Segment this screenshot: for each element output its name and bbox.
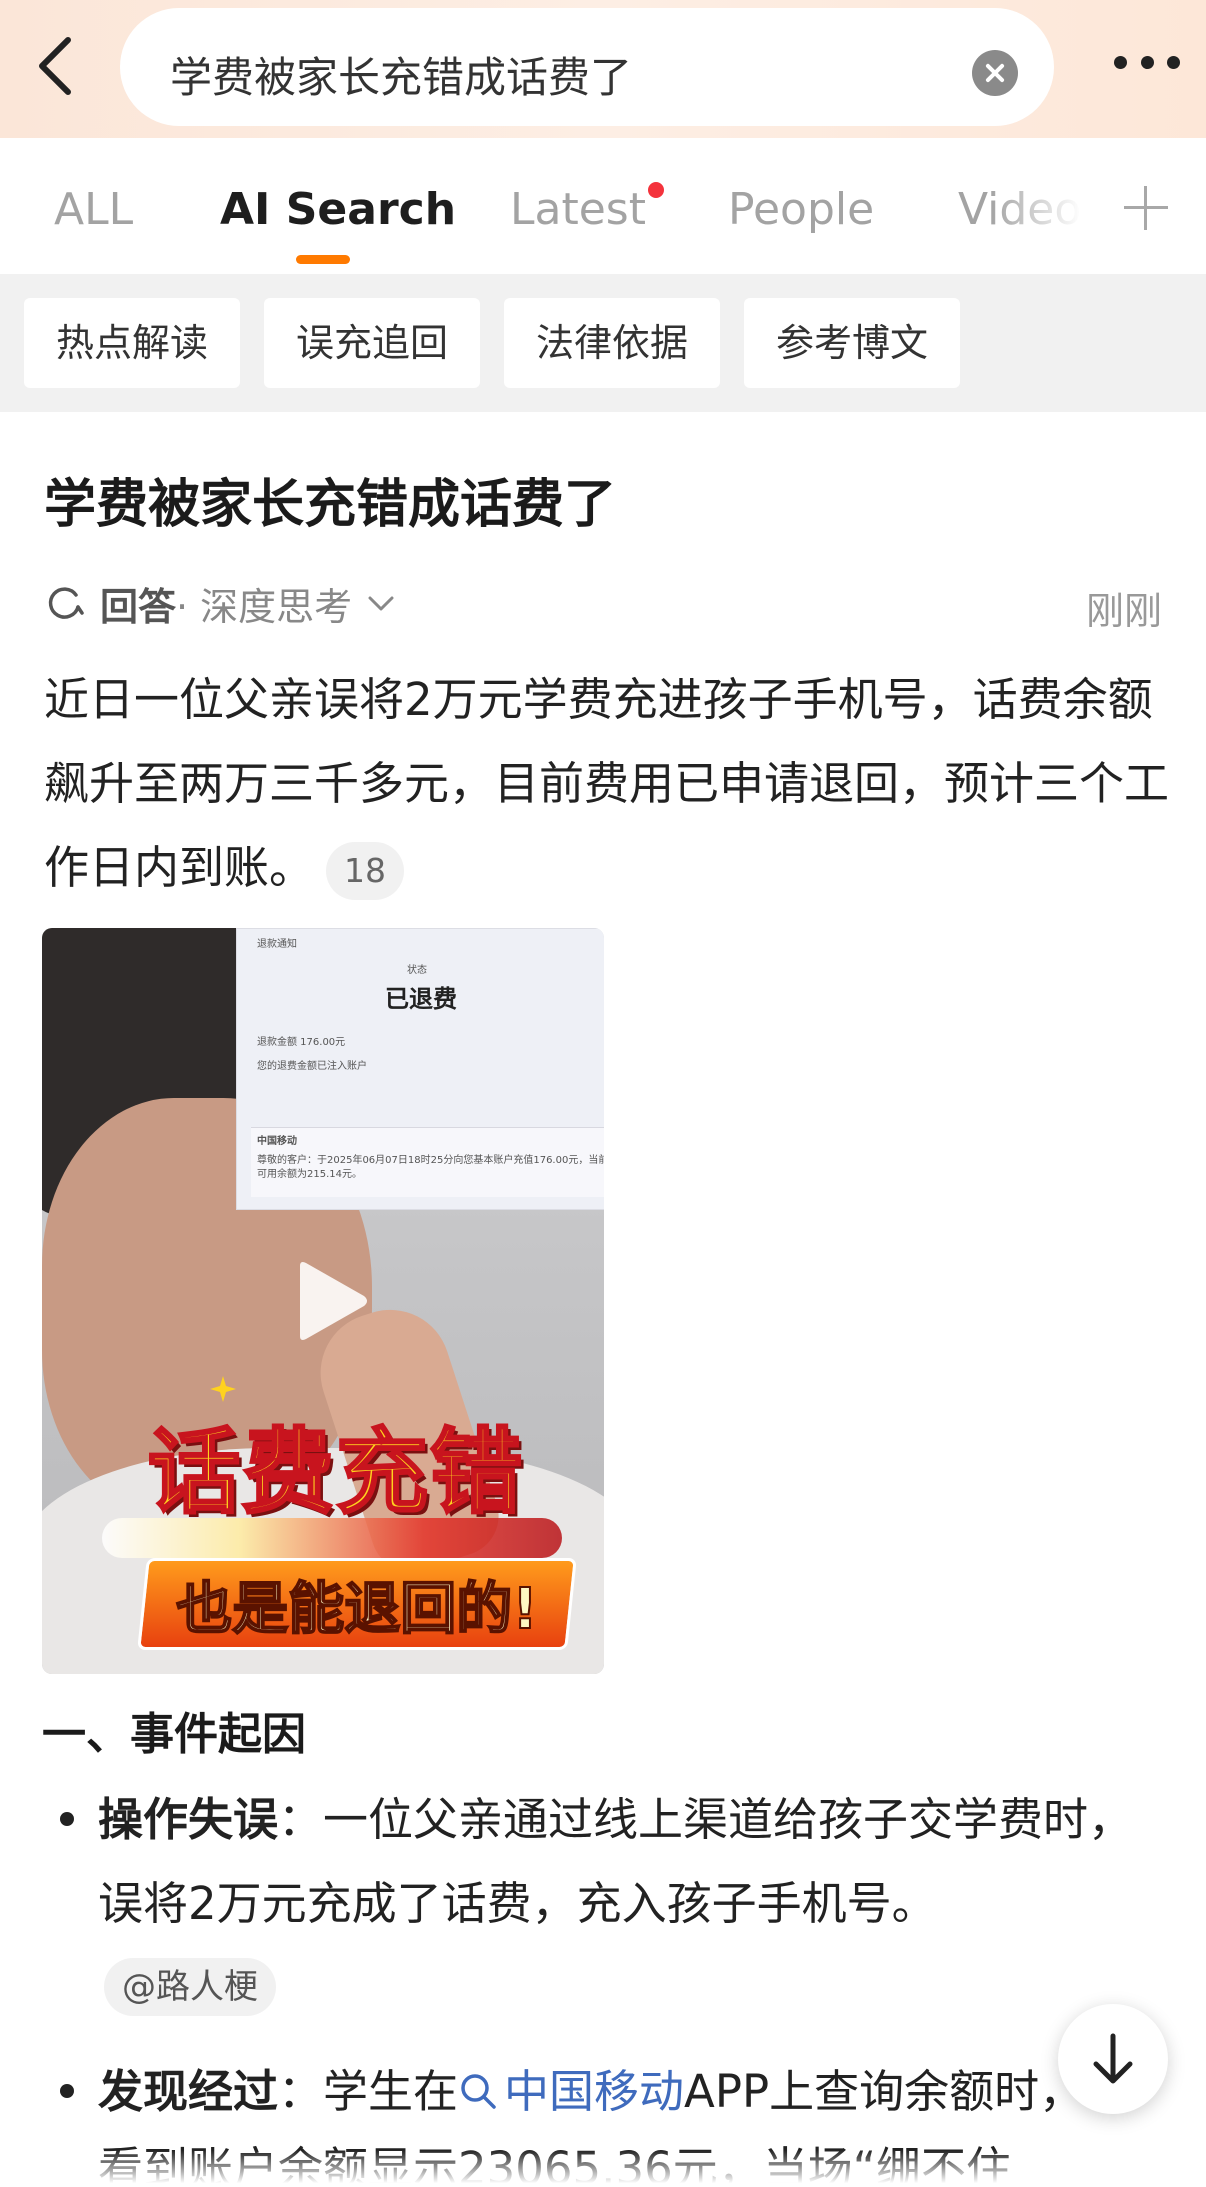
bullet-dot [60,2084,74,2098]
chevron-down-icon [368,596,394,611]
answer-summary-text: 近日一位父亲误将2万元学费充进孩子手机号，话费余额飙升至两万三千多元，目前费用已… [44,673,1170,894]
section-heading: 一、事件起因 [42,1709,306,1760]
notice-desc: 您的退费金额已注入账户 [257,1061,367,1072]
source-mention-chip[interactable]: @路人梗 [104,1958,276,2016]
chevron-left-icon [39,37,71,95]
play-icon[interactable] [290,1258,370,1344]
clear-icon[interactable] [972,50,1018,96]
china-mobile-link-label: 中国移动 [504,2065,685,2118]
search-header: 学费被家长充错成话费了 [0,0,1206,138]
video-caption-sub: 也是能退回的! [175,1576,539,1643]
chip-recovery[interactable]: 误充追回 [264,298,481,388]
tab-latest[interactable]: Latest [510,184,646,235]
tab-overflow-fade [990,178,1120,248]
reference-count-badge[interactable]: 18 [326,842,405,900]
tab-people[interactable]: People [728,184,874,235]
plus-icon[interactable] [1124,186,1168,230]
search-icon [461,2074,496,2109]
answer-summary: 近日一位父亲误将2万元学费充进孩子手机号，话费余额飙升至两万三千多元，目前费用已… [44,658,1174,910]
list-item: 发现经过：学生在 中国移动APP上查询余额时， [98,2050,1158,2134]
arrow-down-icon [1093,2033,1133,2084]
list-item-text-after: APP上查询余额时， [684,2065,1085,2118]
notice-amount: 退款金额 176.00元 [257,1037,346,1048]
answer-mode-label: · 深度思考 [176,584,353,629]
china-mobile-link[interactable]: 中国移动 [458,2065,684,2118]
answer-title: 学费被家长充错成话费了 [44,475,617,535]
active-tab-indicator [296,255,350,264]
scroll-down-button[interactable] [1058,2004,1168,2114]
topic-chip-bar: 热点解读 误充追回 法律依据 参考博文 [0,274,1206,412]
list-item-label: 发现经过 [98,2065,279,2118]
list-item-label: 操作失误 [98,1793,279,1846]
tab-ai-search[interactable]: AI Search [220,184,456,235]
refund-notice-screenshot: 退款通知 状态 已退费 退款金额 176.00元 您的退费金额已注入账户 中国移… [236,928,604,1210]
video-thumbnail[interactable]: 退款通知 状态 已退费 退款金额 176.00元 您的退费金额已注入账户 中国移… [42,928,604,1674]
refresh-loop-icon [48,587,84,619]
answer-label: 回答 [100,584,177,629]
tab-bar: ALL AI Search Latest People Video [0,138,1206,274]
notice-state: 已退费 [385,985,457,1013]
video-caption-main: 话费充错 [146,1418,524,1528]
notice-header: 退款通知 [257,939,297,950]
new-content-dot [648,182,664,198]
notice-sms: 中国移动 尊敬的客户：于2025年06月07日18时25分向您基本账户充值176… [251,1127,604,1197]
more-icon[interactable] [1114,56,1180,72]
notice-sender: 中国移动 [257,1136,297,1147]
list-item-text: ：学生在 [278,2065,459,2118]
answer-timestamp: 刚刚 [1085,589,1162,633]
caption-swoosh [102,1518,562,1558]
answer-mode-selector[interactable]: 回答 · 深度思考 [44,578,396,629]
tab-all[interactable]: ALL [54,184,133,235]
list-item: 操作失误：一位父亲通过线上渠道给孩子交学费时，误将2万元充成了话费，充入孩子手机… [98,1778,1158,1946]
search-input[interactable]: 学费被家长充错成话费了 [120,8,1054,126]
chip-reference-posts[interactable]: 参考博文 [744,298,961,388]
bullet-dot [60,1812,74,1826]
bottom-fade [0,2150,1206,2187]
back-button[interactable] [28,30,88,102]
search-query-text: 学费被家长充错成话费了 [170,53,633,102]
notice-message: 尊敬的客户：于2025年06月07日18时25分向您基本账户充值176.00元，… [257,1155,604,1180]
notice-state-label: 状态 [407,965,427,976]
chip-hot-interpretation[interactable]: 热点解读 [24,298,241,388]
chip-legal-basis[interactable]: 法律依据 [504,298,721,388]
